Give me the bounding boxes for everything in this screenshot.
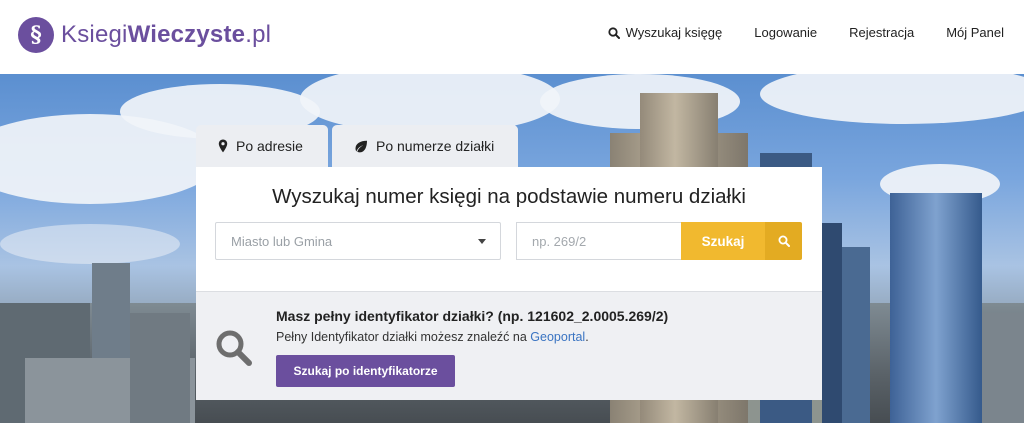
search-by-identifier-button[interactable]: Szukaj po identyfikatorze [276, 355, 455, 387]
logo-text: KsiegiWieczyste.pl [61, 21, 271, 49]
city-select[interactable]: Miasto lub Gmina [215, 222, 501, 260]
skyscraper-shape [822, 223, 842, 423]
search-icon-button[interactable] [765, 222, 802, 260]
glass-tower-shape [890, 193, 982, 423]
logo-text-part-1: Ksiegi [61, 21, 128, 48]
geoportal-link[interactable]: Geoportal [530, 330, 585, 344]
search-icon [607, 26, 620, 39]
search-button[interactable]: Szukaj [681, 222, 765, 260]
tab-by-plot-number-label: Po numerze działki [376, 138, 495, 154]
identifier-panel-title: Masz pełny identyfikator działki? (np. 1… [276, 308, 669, 324]
tab-by-address[interactable]: Po adresie [196, 125, 328, 167]
building-shape [130, 313, 190, 423]
nav-my-panel[interactable]: Mój Panel [946, 25, 1004, 40]
main-nav: Wyszukaj księgę Logowanie Rejestracja Mó… [576, 25, 1004, 40]
map-pin-icon [218, 139, 228, 153]
magnifier-icon [216, 330, 252, 366]
skyscraper-shape [842, 247, 870, 423]
leaf-icon [355, 140, 367, 152]
tab-by-plot-number[interactable]: Po numerze działki [332, 125, 518, 167]
identifier-panel-text: Pełny Identyfikator działki możesz znale… [276, 330, 589, 344]
search-icon [778, 235, 790, 247]
nav-register[interactable]: Rejestracja [849, 25, 914, 40]
city-select-placeholder: Miasto lub Gmina [231, 233, 333, 249]
identifier-panel-text-suffix: . [585, 330, 589, 344]
building-shape [982, 313, 1024, 423]
cloud-shape [760, 74, 1024, 124]
plot-number-input[interactable] [516, 222, 682, 260]
nav-search-book-label: Wyszukaj księgę [625, 25, 723, 40]
nav-search-book[interactable]: Wyszukaj księgę [607, 25, 723, 40]
nav-login[interactable]: Logowanie [754, 25, 817, 40]
tab-by-address-label: Po adresie [236, 138, 303, 154]
cloud-shape [0, 224, 180, 264]
logo-text-part-2: .pl [245, 21, 272, 48]
identifier-panel-text-prefix: Pełny Identyfikator działki możesz znale… [276, 330, 531, 344]
search-card-title: Wyszukaj numer księgi na podstawie numer… [272, 185, 746, 208]
logo-paragraph-icon: § [18, 17, 54, 53]
site-header: § KsiegiWieczyste.pl Wyszukaj księgę Log… [0, 0, 1024, 74]
logo-text-bold: Wieczyste [127, 21, 246, 48]
caret-down-icon [478, 239, 486, 244]
identifier-panel: Masz pełny identyfikator działki? (np. 1… [196, 291, 822, 400]
site-logo[interactable]: § KsiegiWieczyste.pl [18, 17, 271, 53]
search-card: Wyszukaj numer księgi na podstawie numer… [196, 167, 822, 291]
